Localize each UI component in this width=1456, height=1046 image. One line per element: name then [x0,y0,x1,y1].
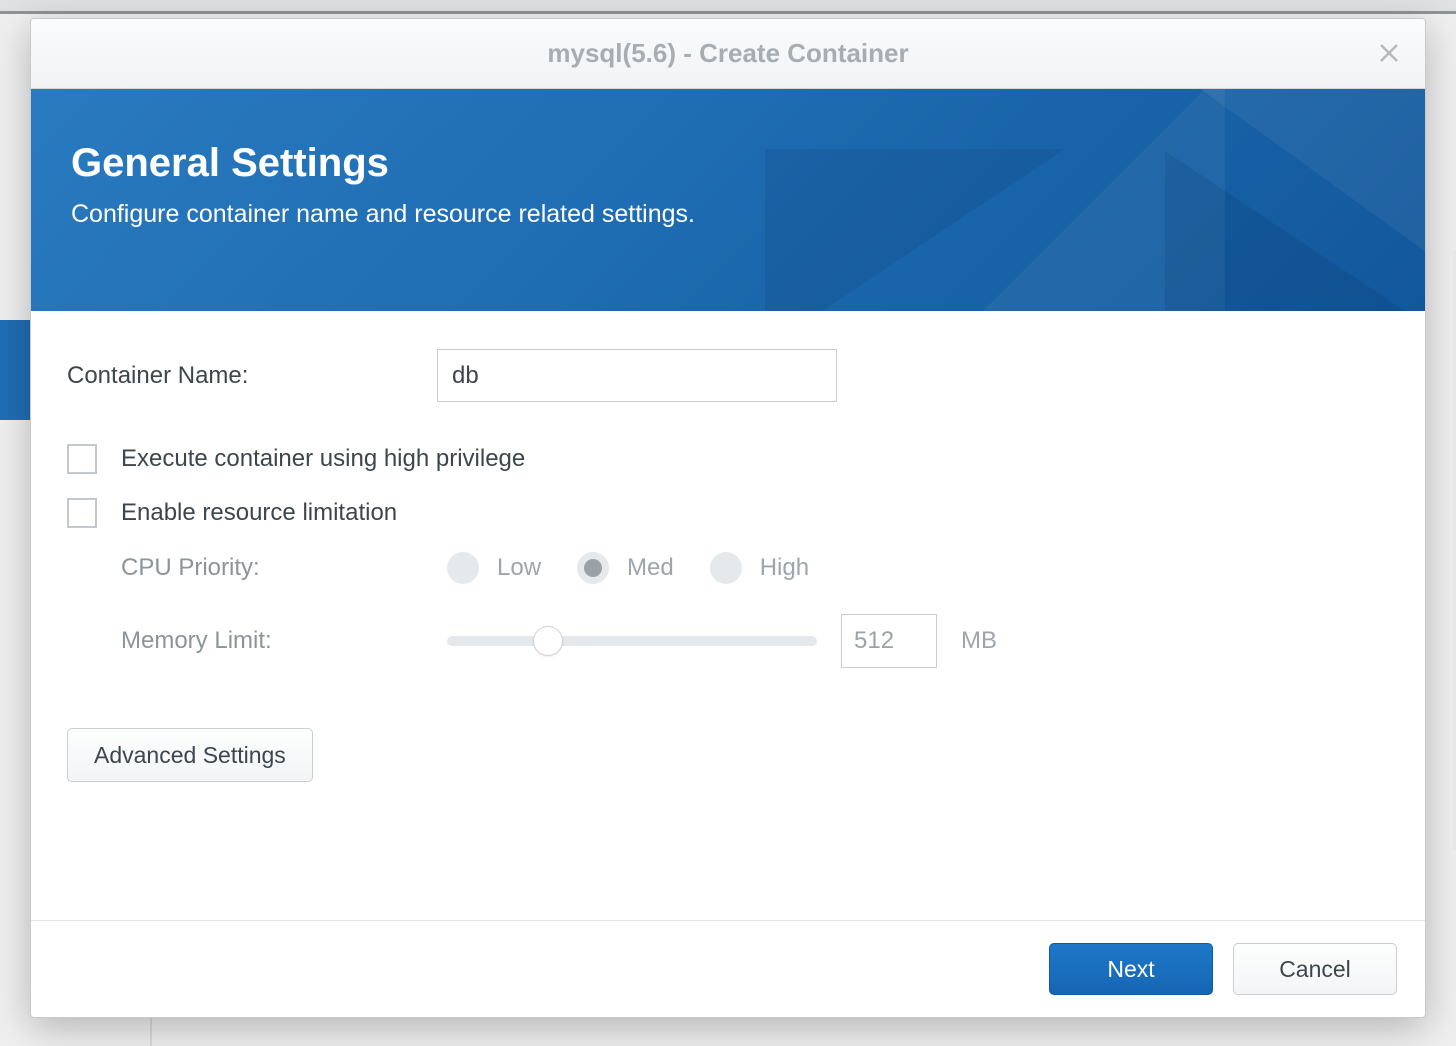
background-window-edge [0,0,1456,14]
modal-title: mysql(5.6) - Create Container [547,38,908,69]
cpu-priority-med-label: Med [627,554,674,582]
container-name-label: Container Name: [67,362,437,390]
close-button[interactable] [1375,39,1403,67]
high-privilege-label: Execute container using high privilege [121,445,525,473]
create-container-modal: mysql(5.6) - Create Container General Se… [30,18,1426,1018]
cpu-priority-label: CPU Priority: [67,554,447,582]
resource-limit-label: Enable resource limitation [121,499,397,527]
cpu-priority-low-label: Low [497,554,541,582]
cpu-priority-high-radio[interactable] [710,552,742,584]
advanced-settings-button[interactable]: Advanced Settings [67,728,313,782]
form-content: Container Name: Execute container using … [31,311,1425,920]
resource-limit-row: Enable resource limitation [67,498,1389,528]
banner-heading: General Settings [71,141,1385,186]
memory-limit-row: Memory Limit: MB [67,614,1389,668]
cancel-button[interactable]: Cancel [1233,943,1397,995]
banner: General Settings Configure container nam… [31,89,1425,311]
memory-limit-slider[interactable] [447,627,817,655]
high-privilege-row: Execute container using high privilege [67,444,1389,474]
modal-titlebar: mysql(5.6) - Create Container [31,19,1425,89]
banner-subheading: Configure container name and resource re… [71,200,1385,229]
container-name-input[interactable] [437,349,837,402]
cpu-priority-med-radio[interactable] [577,552,609,584]
resource-limit-checkbox[interactable] [67,498,97,528]
next-button[interactable]: Next [1049,943,1213,995]
memory-limit-label: Memory Limit: [67,627,447,655]
container-name-row: Container Name: [67,349,1389,402]
cpu-priority-row: CPU Priority: Low Med High [67,552,1389,584]
slider-thumb[interactable] [533,626,563,656]
memory-limit-controls: MB [447,614,997,668]
cpu-priority-high-label: High [760,554,809,582]
memory-limit-unit: MB [961,627,997,655]
cpu-priority-radio-group: Low Med High [447,552,827,584]
slider-track [447,636,817,646]
close-icon [1378,42,1400,64]
memory-limit-input[interactable] [841,614,937,668]
high-privilege-checkbox[interactable] [67,444,97,474]
modal-footer: Next Cancel [31,920,1425,1017]
cpu-priority-low-radio[interactable] [447,552,479,584]
